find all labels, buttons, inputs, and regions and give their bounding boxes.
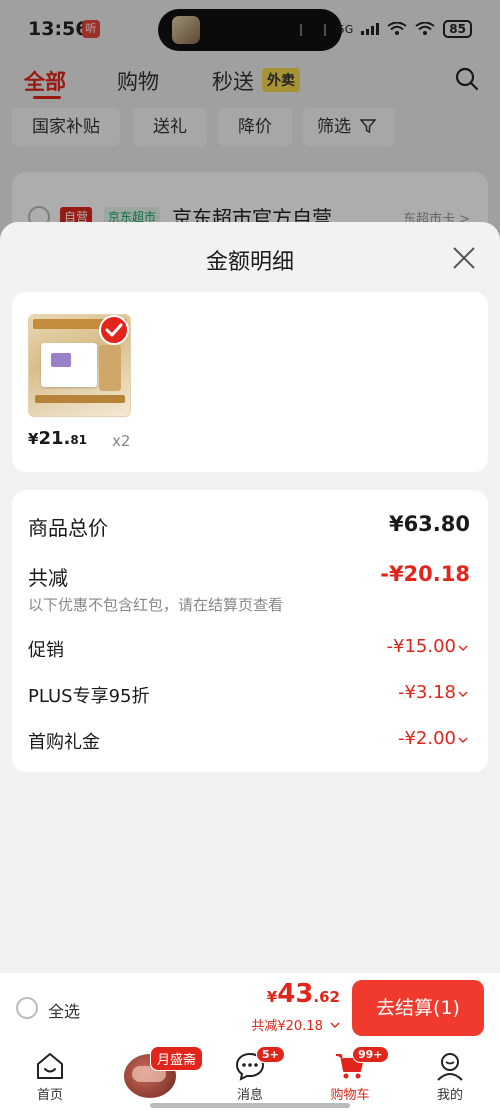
tab-label: 我的 (436, 1088, 463, 1103)
discount-value: -¥3.18 (397, 682, 456, 703)
home-icon (37, 1053, 63, 1079)
person-icon (437, 1053, 463, 1081)
checkout-total-price: ¥43.62 (266, 979, 340, 1009)
discount-value: -¥15.00 (386, 636, 456, 657)
checkout-button[interactable]: 去结算(1) (352, 980, 484, 1036)
select-all-label[interactable]: 全选 (48, 998, 80, 1022)
discount-value: -¥2.00 (397, 728, 456, 749)
message-badge: 5+ (256, 1046, 285, 1063)
chevron-down-icon (458, 691, 468, 697)
discount-label: 首购礼金 (28, 732, 100, 753)
product-card: ¥21.81 x2 (12, 292, 488, 472)
promo-tab[interactable]: 月盛斋 (124, 1044, 204, 1104)
close-icon[interactable] (450, 244, 478, 272)
discount-label: PLUS专享95折 (28, 686, 150, 707)
reduce-value: -¥20.18 (380, 562, 470, 586)
price-detail-card: 商品总价 ¥63.80 共减 -¥20.18 以下优惠不包含红包，请在结算页查看… (12, 490, 488, 772)
checkout-bar: 全选 ¥43.62 共减¥20.18 去结算(1) (0, 972, 500, 1042)
checkout-savings: 共减¥20.18 (251, 1019, 323, 1034)
home-indicator (150, 1103, 350, 1108)
total-value: ¥63.80 (388, 512, 470, 536)
tab-cart[interactable]: 购物车 99+ (310, 1046, 390, 1103)
bottom-tab-bar: 首页 月盛斋 消息 5+ 购物车 99+ 我的 (0, 1042, 500, 1111)
tab-home[interactable]: 首页 (10, 1050, 90, 1103)
checkout-savings-toggle[interactable]: 共减¥20.18 (251, 1015, 340, 1034)
select-all-checkbox[interactable] (16, 997, 38, 1019)
tab-label: 购物车 (330, 1088, 370, 1103)
sheet-title: 金额明细 (205, 250, 294, 275)
promo-label: 月盛斋 (150, 1046, 204, 1071)
tab-profile[interactable]: 我的 (410, 1050, 490, 1103)
tab-label: 首页 (36, 1088, 63, 1103)
tab-label: 消息 (236, 1088, 263, 1103)
chevron-down-icon (458, 737, 468, 743)
chevron-down-icon (330, 1022, 340, 1028)
product-quantity: x2 (112, 432, 131, 450)
total-label: 商品总价 (28, 516, 108, 540)
selected-check-icon (99, 315, 129, 345)
product-price: ¥21.81 (28, 428, 88, 449)
discount-note: 以下优惠不包含红包，请在结算页查看 (28, 596, 284, 614)
tab-messages[interactable]: 消息 5+ (210, 1046, 290, 1103)
cart-badge: 99+ (352, 1046, 389, 1063)
reduce-label: 共减 (28, 566, 68, 590)
discount-label: 促销 (28, 640, 64, 661)
chevron-down-icon (458, 645, 468, 651)
